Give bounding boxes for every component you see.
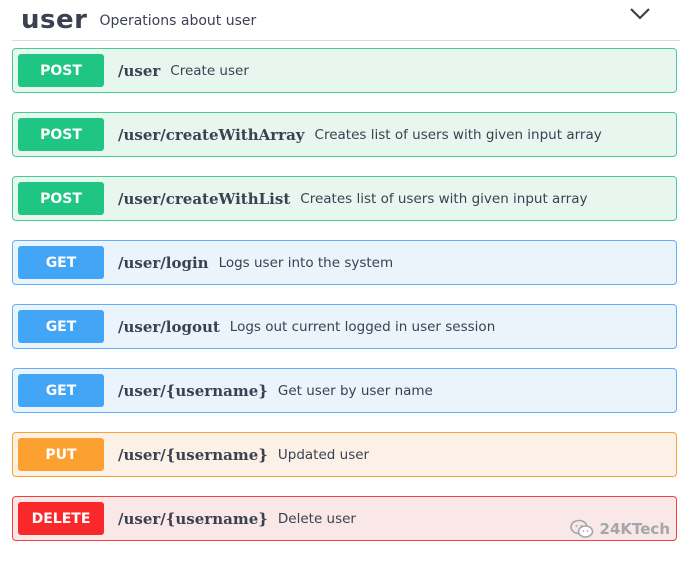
method-badge: POST [18,54,104,87]
method-badge: POST [18,118,104,151]
operation-post-create-with-list[interactable]: POST /user/createWithList Creates list o… [12,176,677,221]
operation-path: /user/{username} [118,445,268,464]
operation-summary: Logs user into the system [218,254,394,271]
operation-path: /user [118,61,161,80]
operation-summary: Creates list of users with given input a… [314,126,602,143]
operation-post-user[interactable]: POST /user Create user [12,48,677,93]
operation-get-login[interactable]: GET /user/login Logs user into the syste… [12,240,677,285]
operation-path: /user/logout [118,317,220,336]
operation-summary: Get user by user name [277,382,433,399]
operation-summary: Create user [170,62,249,79]
operation-summary: Creates list of users with given input a… [300,190,588,207]
method-badge: PUT [18,438,104,471]
method-badge: GET [18,374,104,407]
operation-path: /user/createWithArray [118,125,305,144]
method-badge: POST [18,182,104,215]
operation-put-username[interactable]: PUT /user/{username} Updated user [12,432,677,477]
operation-summary: Delete user [277,510,356,527]
tag-name: user [21,5,88,35]
tag-description: Operations about user [99,13,257,29]
operation-post-create-with-array[interactable]: POST /user/createWithArray Creates list … [12,112,677,157]
operation-summary: Logs out current logged in user session [229,318,496,335]
operation-get-logout[interactable]: GET /user/logout Logs out current logged… [12,304,677,349]
operation-path: /user/{username} [118,509,268,528]
wechat-icon [569,519,593,538]
operation-get-username[interactable]: GET /user/{username} Get user by user na… [12,368,677,413]
chevron-down-icon[interactable] [628,6,652,22]
method-badge: GET [18,246,104,279]
watermark-text: 24KTech [599,520,670,538]
operation-path: /user/{username} [118,381,268,400]
method-badge: GET [18,310,104,343]
tag-header[interactable]: user Operations about user [12,0,680,41]
operation-path: /user/createWithList [118,189,291,208]
operation-summary: Updated user [277,446,370,463]
operation-path: /user/login [118,253,209,272]
method-badge: DELETE [18,502,104,535]
watermark: 24KTech [569,519,670,539]
